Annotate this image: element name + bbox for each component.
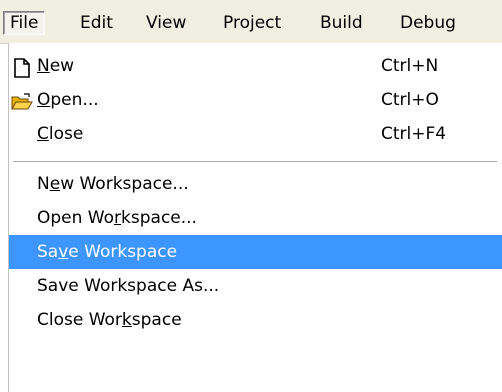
menu-item-label: Save Workspace [37, 242, 178, 262]
menu-item-open[interactable]: Open... Ctrl+O [9, 83, 502, 117]
menu-view[interactable]: View [146, 11, 186, 35]
menu-item-label: Save Workspace As... [37, 276, 220, 296]
menu-item-label: Close Workspace [37, 310, 182, 330]
menu-file[interactable]: File [3, 11, 46, 35]
menu-item-label: Open Workspace... [37, 208, 197, 228]
menu-item-open-workspace[interactable]: Open Workspace... [9, 201, 502, 235]
shortcut-label: Ctrl+O [381, 90, 439, 110]
new-file-icon [11, 56, 33, 78]
menu-debug[interactable]: Debug [400, 11, 456, 35]
shortcut-label: Ctrl+N [381, 56, 439, 76]
shortcut-label: Ctrl+F4 [381, 124, 447, 144]
menu-item-new-workspace[interactable]: New Workspace... [9, 167, 502, 201]
menu-build[interactable]: Build [320, 11, 363, 35]
ide-window: File Edit View Project Build Debug New C… [0, 0, 502, 392]
open-folder-icon [11, 90, 33, 110]
menu-edit[interactable]: Edit [80, 11, 113, 35]
menu-item-label: New [37, 56, 75, 76]
menu-item-label: Open... [37, 90, 99, 110]
file-menu-dropdown: New Ctrl+N Open... Ctrl+O Close Ctrl+F4 … [8, 43, 502, 392]
menu-bar: File Edit View Project Build Debug [0, 0, 502, 44]
menu-item-label: Close [37, 124, 84, 144]
menu-item-close[interactable]: Close Ctrl+F4 [9, 117, 502, 151]
menu-item-new[interactable]: New Ctrl+N [9, 49, 502, 83]
menu-project[interactable]: Project [223, 11, 281, 35]
menu-item-close-workspace[interactable]: Close Workspace [9, 303, 502, 337]
menu-item-save-workspace[interactable]: Save Workspace [9, 235, 502, 269]
menu-item-label: New Workspace... [37, 174, 189, 194]
menu-item-save-workspace-as[interactable]: Save Workspace As... [9, 269, 502, 303]
menu-separator [13, 161, 497, 163]
